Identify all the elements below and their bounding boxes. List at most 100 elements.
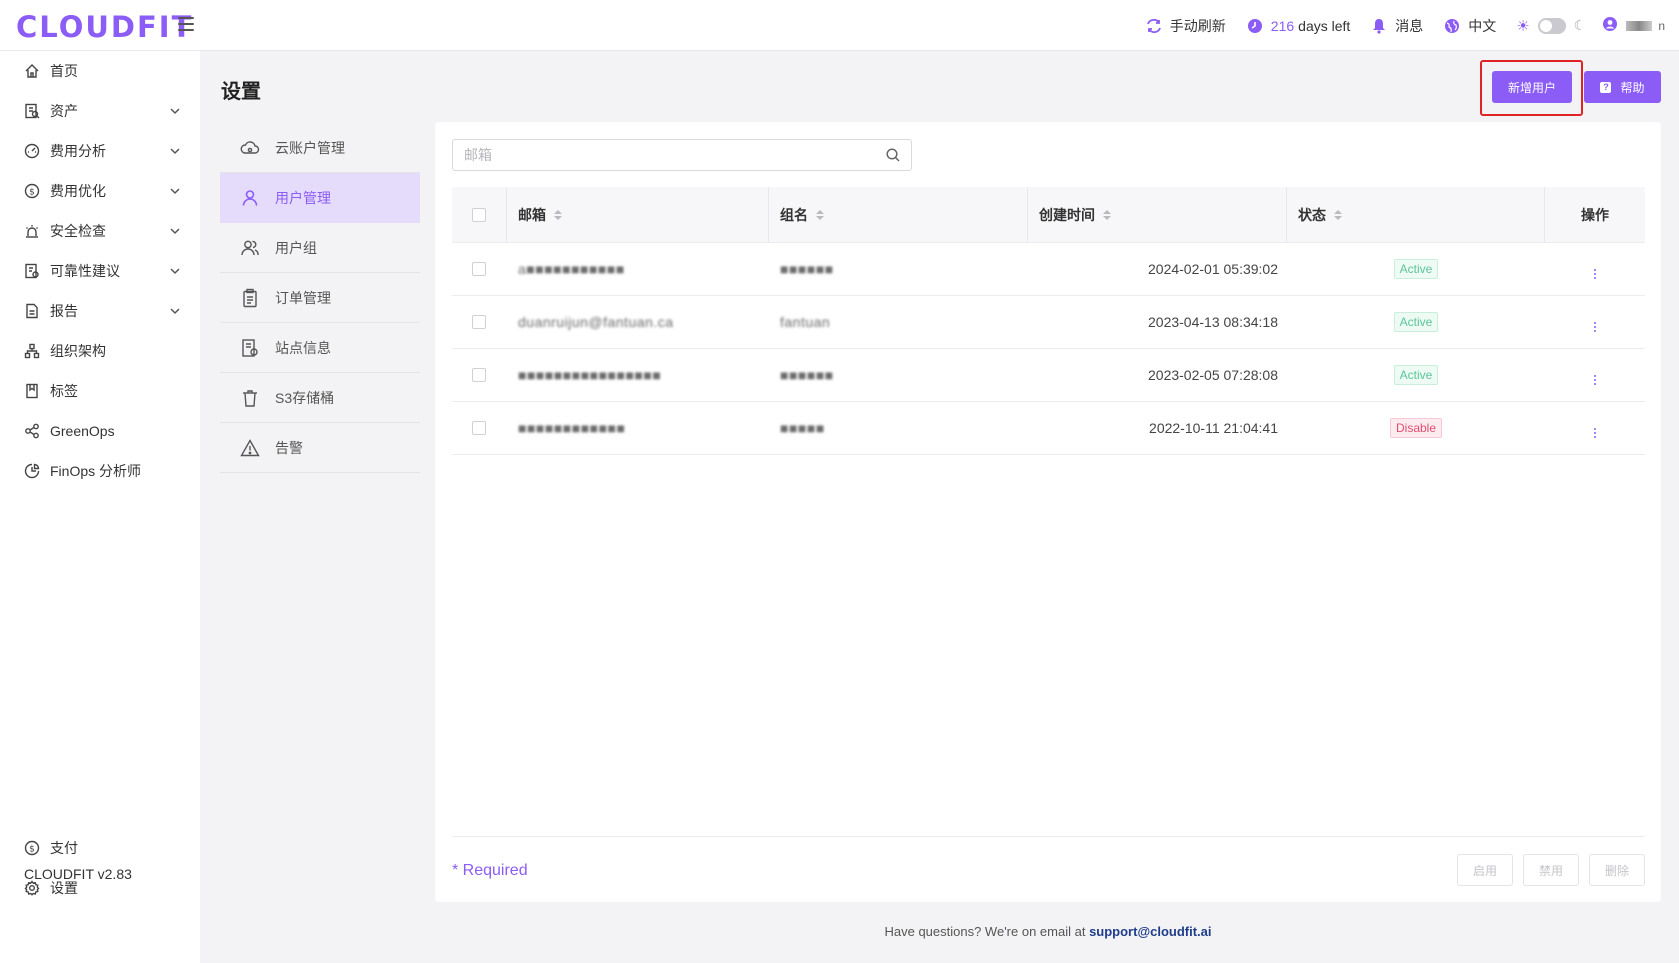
alarm-icon (24, 223, 40, 239)
table-row: a■■■■■■■■■■■ ■■■■■■ 2024-02-01 05:39:02 … (452, 243, 1645, 296)
user-group-icon (240, 238, 260, 258)
submenu-label: 站点信息 (275, 339, 331, 356)
select-all-checkbox[interactable] (472, 207, 486, 222)
svg-text:$: $ (29, 188, 35, 198)
nav-item-greenops[interactable]: GreenOps (0, 411, 200, 451)
nav-label: FinOps 分析师 (50, 463, 142, 479)
col-status[interactable]: 状态 (1287, 186, 1545, 243)
row-created: 2022-10-11 21:04:41 (1149, 420, 1278, 436)
enable-button[interactable]: 启用 (1457, 854, 1513, 886)
nav-item-reports[interactable]: 报告 (0, 291, 200, 331)
top-header: CLOUDFIT 手动刷新 216 days left 消息 中文 ☀ ☾ n (0, 0, 1679, 51)
more-actions-icon[interactable] (1590, 373, 1600, 387)
document-check-icon (24, 263, 40, 279)
sort-icon[interactable] (554, 209, 562, 220)
username-tail: n (1658, 18, 1665, 33)
more-actions-icon[interactable] (1590, 426, 1600, 440)
analyst-icon (24, 463, 40, 479)
nav-item-reliability[interactable]: 可靠性建议 (0, 251, 200, 291)
bell-icon (1370, 17, 1388, 35)
nav-item-payment[interactable]: $ 支付 (0, 828, 200, 868)
row-email: ■■■■■■■■■■■■■■■■ (518, 367, 662, 383)
language-label: 中文 (1468, 17, 1497, 34)
row-group: fantuan (780, 314, 831, 330)
col-created[interactable]: 创建时间 (1028, 186, 1287, 243)
support-email-link[interactable]: support@cloudfit.ai (1089, 924, 1211, 939)
nav-label: 费用分析 (50, 143, 106, 159)
user-icon (240, 188, 260, 208)
submenu-label: 告警 (275, 439, 303, 456)
search-icon[interactable] (885, 147, 901, 163)
status-badge: Active (1393, 312, 1439, 332)
language-switch[interactable]: 中文 (1443, 16, 1496, 36)
theme-switch[interactable]: ☀ ☾ (1516, 17, 1586, 35)
submenu-orders[interactable]: 订单管理 (220, 273, 420, 323)
required-note: * Required (452, 862, 528, 879)
nav-item-security-check[interactable]: 安全检查 (0, 211, 200, 251)
menu-toggle-icon[interactable] (178, 17, 194, 31)
status-badge: Active (1393, 259, 1439, 279)
submenu-s3-buckets[interactable]: S3存储桶 (220, 373, 420, 423)
row-checkbox[interactable] (472, 262, 486, 276)
submenu-user-groups[interactable]: 用户组 (220, 223, 420, 273)
app-logo[interactable]: CLOUDFIT (16, 10, 193, 44)
more-actions-icon[interactable] (1590, 320, 1600, 334)
table-row: duanruijun@fantuan.ca fantuan 2023-04-13… (452, 296, 1645, 349)
table-row: ■■■■■■■■■■■■■■■■ ■■■■■■ 2023-02-05 07:28… (452, 349, 1645, 402)
email-search-input[interactable] (452, 139, 912, 171)
submenu-label: S3存储桶 (275, 389, 335, 406)
refresh-icon (1145, 17, 1163, 35)
sort-icon[interactable] (816, 209, 824, 220)
svg-text:$: $ (29, 845, 35, 855)
submenu-site-info[interactable]: 站点信息 (220, 323, 420, 373)
globe-icon (1443, 17, 1461, 35)
nav-label: GreenOps (50, 423, 115, 439)
nav-item-home[interactable]: 首页 (0, 51, 200, 91)
row-group: ■■■■■■ (780, 367, 834, 383)
cloud-icon (240, 138, 260, 158)
messages-button[interactable]: 消息 (1370, 16, 1423, 36)
moon-icon: ☾ (1573, 17, 1587, 33)
users-table: 邮箱 组名 创建时间 状态 操作 a■■■■■■■■■■■ ■■■■■■ 202… (452, 186, 1645, 455)
manual-refresh-button[interactable]: 手动刷新 (1145, 16, 1226, 36)
row-checkbox[interactable] (472, 315, 486, 329)
chevron-down-icon (168, 224, 182, 238)
nav-item-cost-analysis[interactable]: 费用分析 (0, 131, 200, 171)
app-version: CLOUDFIT v2.83 (24, 866, 132, 882)
nav-item-assets[interactable]: 资产 (0, 91, 200, 131)
col-email[interactable]: 邮箱 (507, 186, 769, 243)
nav-item-tags[interactable]: 标签 (0, 371, 200, 411)
messages-label: 消息 (1395, 17, 1424, 34)
disable-button[interactable]: 禁用 (1523, 854, 1579, 886)
sort-icon[interactable] (1103, 209, 1111, 220)
sort-icon[interactable] (1334, 209, 1342, 220)
support-note: Have questions? We're on email at suppor… (0, 924, 1679, 939)
nav-item-finops-analyst[interactable]: FinOps 分析师 (0, 451, 200, 491)
payment-dollar-icon: $ (24, 840, 40, 856)
status-badge: Disable (1389, 418, 1443, 438)
add-user-button[interactable]: 新增用户 (1492, 71, 1572, 103)
submenu-alerts[interactable]: 告警 (220, 423, 420, 473)
help-button[interactable]: ? 帮助 (1584, 71, 1661, 103)
col-group[interactable]: 组名 (769, 186, 1028, 243)
row-email: a■■■■■■■■■■■ (518, 261, 625, 277)
delete-button[interactable]: 删除 (1589, 854, 1645, 886)
gauge-icon (24, 143, 40, 159)
submenu-label: 订单管理 (275, 289, 331, 306)
more-actions-icon[interactable] (1590, 267, 1600, 281)
submenu-cloud-accounts[interactable]: 云账户管理 (220, 123, 420, 173)
submenu-user-management[interactable]: 用户管理 (220, 173, 420, 223)
theme-toggle[interactable] (1537, 17, 1566, 34)
users-card: 邮箱 组名 创建时间 状态 操作 a■■■■■■■■■■■ ■■■■■■ 202… (435, 122, 1661, 902)
row-group: ■■■■■ (780, 420, 825, 436)
user-avatar-icon (1602, 16, 1618, 35)
nav-label: 标签 (50, 383, 78, 399)
user-menu[interactable]: n (1602, 16, 1665, 35)
row-checkbox[interactable] (472, 421, 486, 435)
nav-item-org-structure[interactable]: 组织架构 (0, 331, 200, 371)
row-checkbox[interactable] (472, 368, 486, 382)
nav-item-cost-optimization[interactable]: $ 费用优化 (0, 171, 200, 211)
sun-icon: ☀ (1516, 17, 1530, 35)
dollar-icon: $ (24, 183, 40, 199)
days-left-indicator: 216 days left (1246, 17, 1350, 35)
